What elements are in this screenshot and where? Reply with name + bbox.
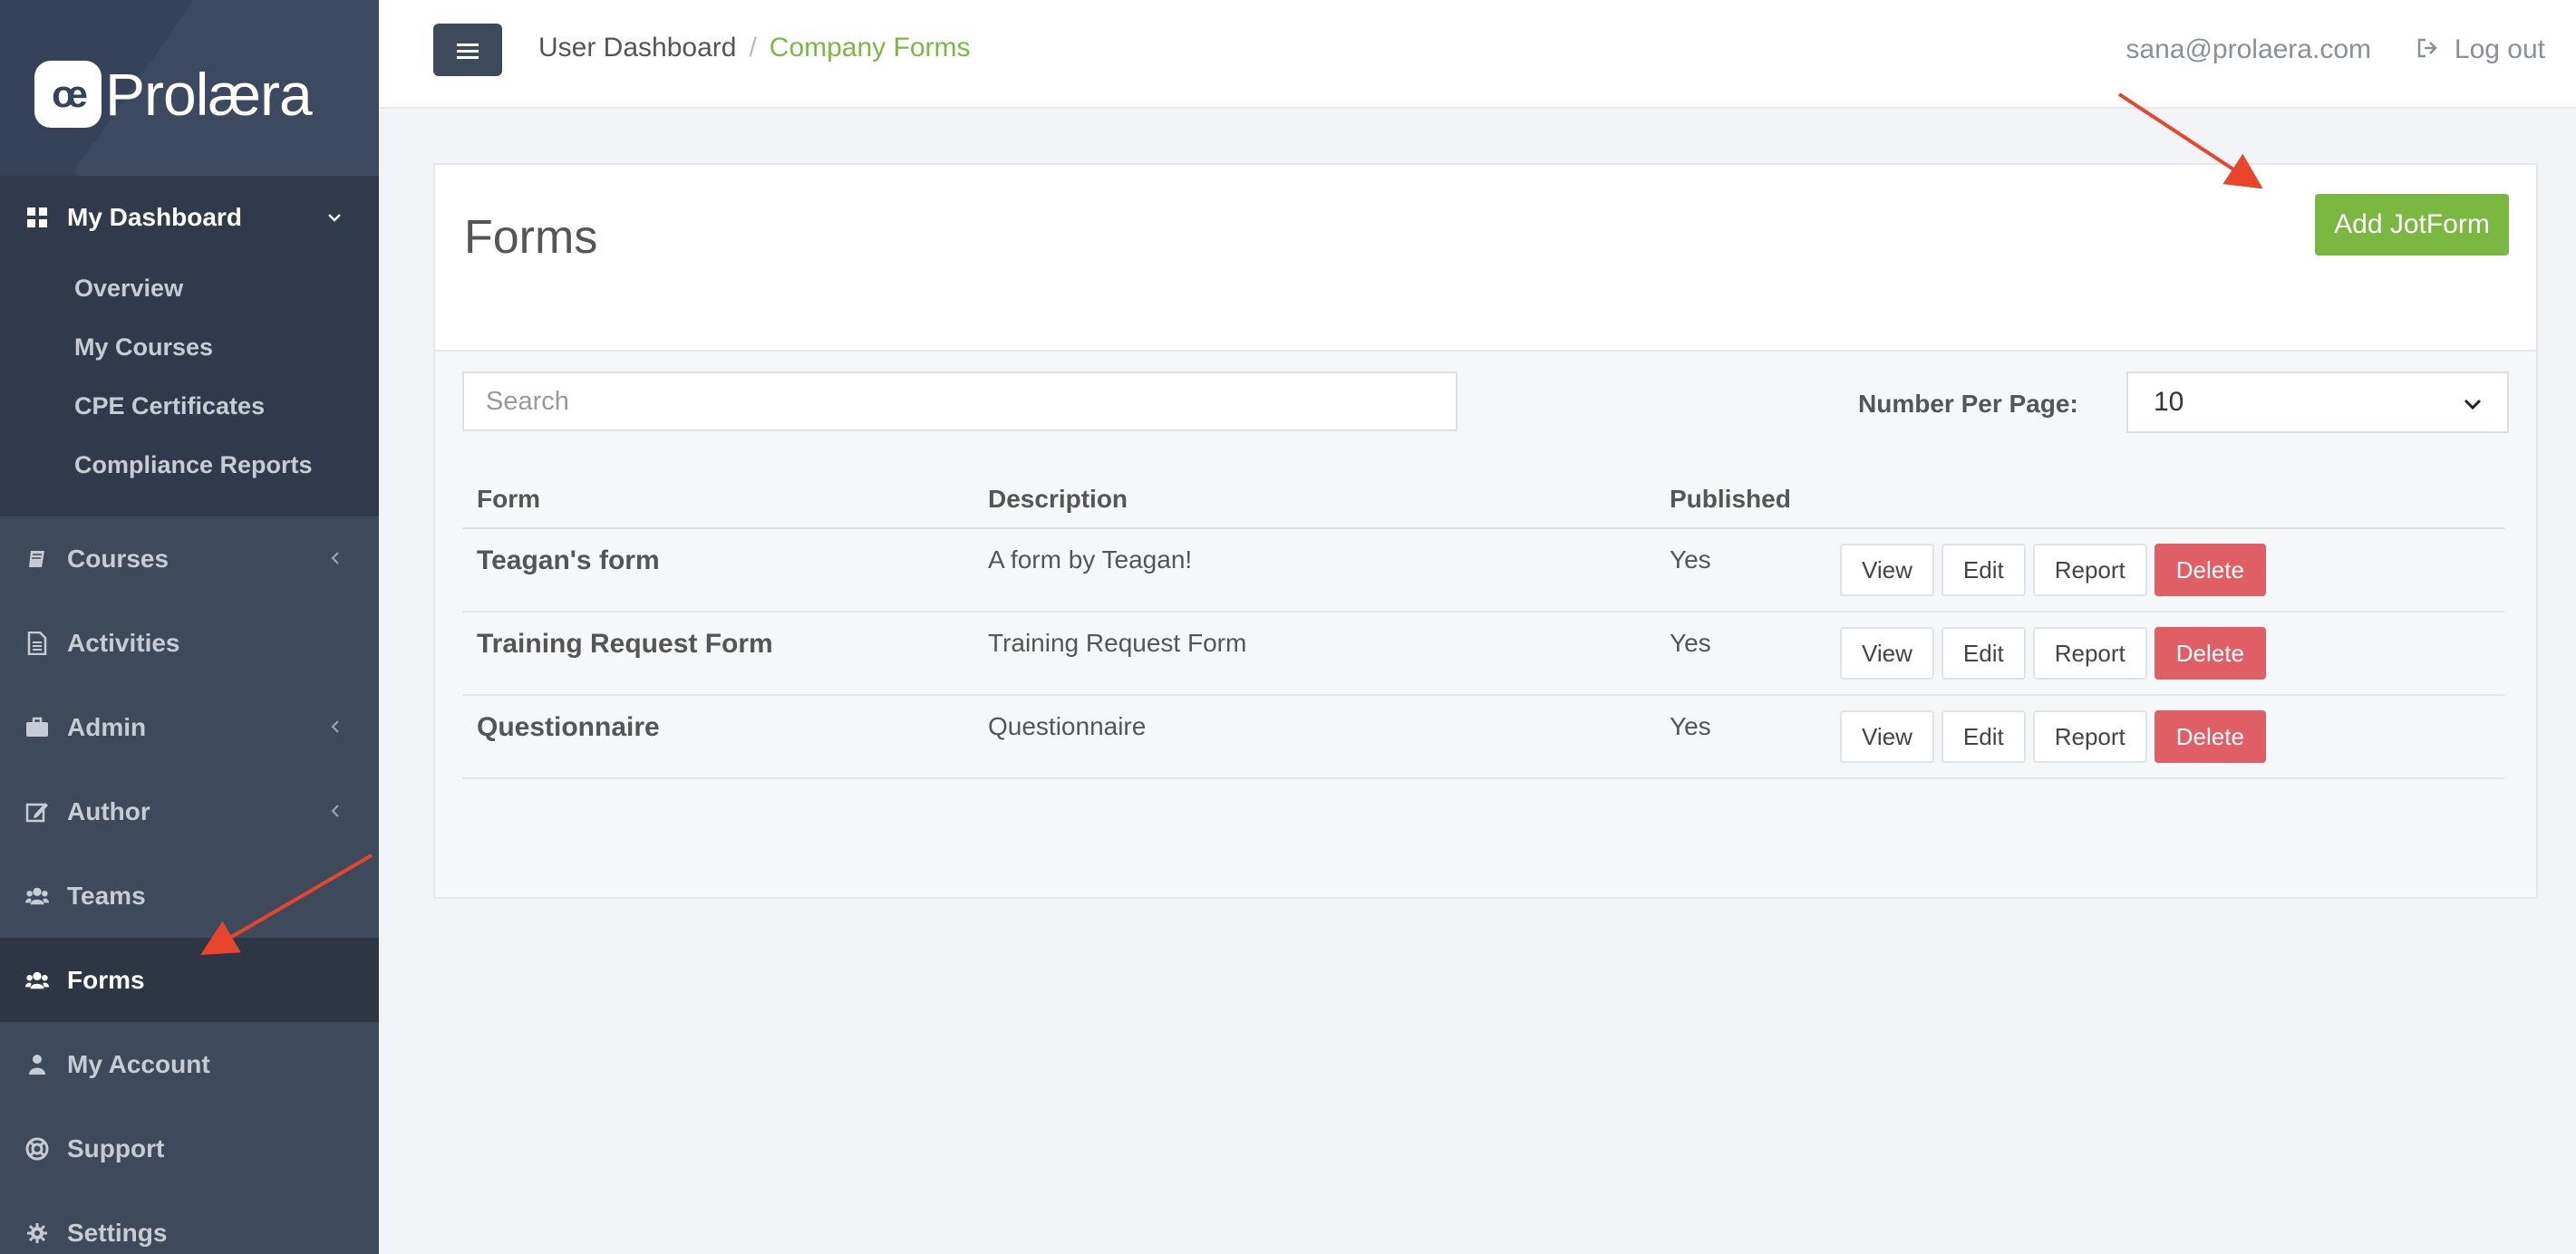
row-actions: View Edit Report Delete — [1825, 612, 2505, 696]
sidebar-item-author[interactable]: Author — [0, 769, 379, 854]
panel-header: Forms Add JotForm — [435, 165, 2536, 352]
sidebar-item-admin[interactable]: Admin — [0, 685, 379, 769]
delete-button[interactable]: Delete — [2154, 544, 2266, 596]
table-header-row: Form Description Published — [462, 471, 2505, 529]
panel-body: Number Per Page: 10 Form Description Pub… — [435, 352, 2536, 897]
edit-button[interactable]: Edit — [1941, 627, 2026, 680]
view-button[interactable]: View — [1840, 710, 1934, 763]
sidebar-item-label: Support — [67, 1133, 165, 1162]
table-row: Teagan's form A form by Teagan! Yes View… — [462, 528, 2505, 613]
row-actions: View Edit Report Delete — [1825, 695, 2505, 779]
sidebar-item-label: My Account — [67, 1049, 210, 1078]
delete-button[interactable]: Delete — [2154, 710, 2266, 763]
logout-link[interactable]: Log out — [2416, 34, 2545, 65]
row-actions: View Edit Report Delete — [1825, 528, 2505, 613]
report-button[interactable]: Report — [2032, 710, 2147, 763]
sidebar-item-my-dashboard[interactable]: My Dashboard — [0, 176, 379, 259]
users-icon — [25, 884, 49, 908]
column-header-description[interactable]: Description — [973, 471, 1655, 529]
sidebar-item-label: Settings — [67, 1218, 168, 1247]
report-button[interactable]: Report — [2032, 627, 2147, 680]
sidebar-item-label: Courses — [67, 544, 169, 573]
dashboard-group: My Dashboard Overview My Courses CPE Cer… — [0, 176, 379, 516]
document-icon — [25, 631, 49, 655]
sidebar-item-teams[interactable]: Teams — [0, 854, 379, 938]
dashboard-icon — [25, 206, 49, 229]
form-description: Training Request Form — [973, 612, 1655, 696]
chevron-left-icon — [328, 713, 343, 741]
users-icon — [25, 969, 49, 992]
sidebar-item-label: Teams — [67, 881, 146, 910]
number-per-page-label: Number Per Page: — [1858, 390, 2078, 418]
user-email[interactable]: sana@prolaera.com — [2126, 34, 2371, 65]
forms-panel: Forms Add JotForm Number Per Page: 10 Fo… — [433, 163, 2538, 899]
sidebar-item-activities[interactable]: Activities — [0, 601, 379, 685]
logo-area: œ Prolæra — [0, 0, 379, 176]
sidebar-item-support[interactable]: Support — [0, 1106, 379, 1191]
sidebar-subitem-my-courses[interactable]: My Courses — [0, 318, 379, 377]
sidebar-item-forms[interactable]: Forms — [0, 938, 379, 1022]
view-button[interactable]: View — [1840, 627, 1934, 680]
form-published: Yes — [1655, 612, 1825, 696]
logo-mark: œ — [34, 61, 102, 128]
forms-table: Form Description Published Teagan's form… — [462, 471, 2505, 779]
sidebar: œ Prolæra My Dashboard Overview My Cours… — [0, 0, 379, 1254]
sidebar-item-label: Admin — [67, 712, 147, 741]
chevron-down-icon — [2464, 389, 2482, 417]
form-name: Training Request Form — [462, 612, 973, 696]
top-bar: User Dashboard / Company Forms sana@prol… — [379, 0, 2576, 109]
delete-button[interactable]: Delete — [2154, 627, 2266, 680]
sidebar-subitem-cpe-certificates[interactable]: CPE Certificates — [0, 377, 379, 436]
brand-logo[interactable]: œ Prolæra — [34, 60, 313, 129]
edit-icon — [25, 800, 49, 824]
column-header-actions — [1825, 471, 2505, 529]
sidebar-subitem-compliance-reports[interactable]: Compliance Reports — [0, 436, 379, 495]
page-title: Forms — [464, 211, 598, 264]
sidebar-item-settings[interactable]: Settings — [0, 1191, 379, 1254]
sidebar-item-my-account[interactable]: My Account — [0, 1022, 379, 1106]
sidebar-item-courses[interactable]: Courses — [0, 516, 379, 601]
sidebar-subitem-overview[interactable]: Overview — [0, 259, 379, 318]
logo-text: Prolæra — [105, 61, 313, 128]
form-published: Yes — [1655, 528, 1825, 613]
breadcrumb-separator: / — [749, 33, 757, 63]
search-input[interactable] — [462, 371, 1457, 431]
gear-icon — [25, 1221, 49, 1245]
lifebuoy-icon — [25, 1137, 49, 1161]
column-header-published[interactable]: Published — [1655, 471, 1825, 529]
form-name: Teagan's form — [462, 528, 973, 613]
sidebar-item-label: Forms — [67, 965, 145, 994]
hamburger-icon — [457, 34, 479, 67]
breadcrumb-company-forms[interactable]: Company Forms — [770, 33, 971, 63]
breadcrumb: User Dashboard / Company Forms — [538, 33, 971, 63]
column-header-form[interactable]: Form — [462, 471, 973, 529]
chevron-left-icon — [328, 797, 343, 825]
breadcrumb-user-dashboard[interactable]: User Dashboard — [538, 33, 736, 63]
book-icon — [25, 547, 49, 571]
report-button[interactable]: Report — [2032, 544, 2147, 596]
form-name: Questionnaire — [462, 695, 973, 779]
sidebar-item-label: Author — [67, 796, 150, 825]
form-published: Yes — [1655, 695, 1825, 779]
briefcase-icon — [25, 716, 49, 739]
table-row: Training Request Form Training Request F… — [462, 612, 2505, 696]
edit-button[interactable]: Edit — [1941, 710, 2026, 763]
add-jotform-button[interactable]: Add JotForm — [2315, 194, 2509, 256]
user-icon — [25, 1053, 49, 1076]
view-button[interactable]: View — [1840, 544, 1934, 596]
sidebar-item-label: Activities — [67, 628, 180, 657]
number-per-page-select[interactable]: 10 — [2126, 371, 2509, 433]
logout-label: Log out — [2454, 34, 2545, 64]
form-description: A form by Teagan! — [973, 528, 1655, 613]
number-per-page-value: 10 — [2154, 387, 2184, 417]
form-description: Questionnaire — [973, 695, 1655, 779]
menu-toggle-button[interactable] — [433, 24, 502, 76]
sign-out-icon — [2416, 36, 2440, 64]
edit-button[interactable]: Edit — [1941, 544, 2026, 596]
chevron-down-icon — [326, 204, 343, 232]
table-row: Questionnaire Questionnaire Yes View Edi… — [462, 695, 2505, 779]
chevron-left-icon — [328, 545, 343, 573]
sidebar-item-label: My Dashboard — [67, 203, 242, 231]
